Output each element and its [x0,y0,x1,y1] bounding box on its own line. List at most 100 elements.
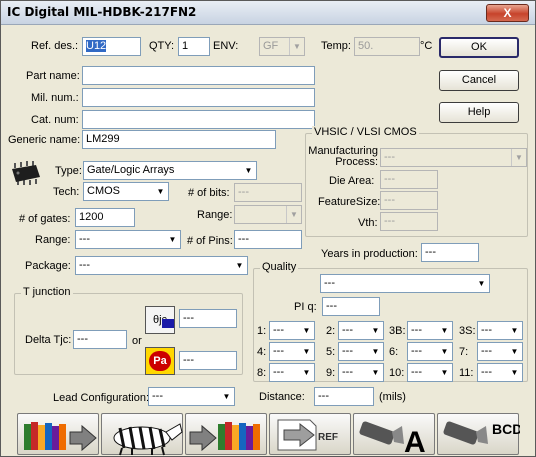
quality-cell-label: 2: [326,325,336,337]
quality-cell-select[interactable]: --- ▼ [407,363,453,382]
quality-cell-value: --- [411,345,422,357]
quality-cell-select[interactable]: --- ▼ [407,342,453,361]
temp-unit: °C [420,40,433,52]
or-label: or [132,335,142,347]
feature-size-input[interactable]: --- [380,191,438,210]
chevron-down-icon: ▼ [219,388,234,405]
quality-cell-label: 3S: [459,325,476,337]
delta-tjc-label: Delta Tjc: [25,334,72,346]
delta-tjc-input[interactable]: --- [73,330,127,349]
chevron-down-icon: ▼ [437,364,452,381]
chevron-down-icon: ▼ [507,364,522,381]
quality-cell-select[interactable]: --- ▼ [269,363,315,382]
type-select[interactable]: Gate/Logic Arrays ▼ [83,161,257,180]
part-name-label: Part name: [26,70,80,82]
find-bcd-button[interactable]: BCD [437,413,520,455]
letter-a-text: A [404,426,426,456]
quality-cell-value: --- [411,366,422,378]
quality-cell-select[interactable]: --- ▼ [338,321,384,340]
window-title: IC Digital MIL-HDBK-217FN2 [7,5,197,19]
tjunction-group-title: T junction [21,286,73,298]
quality-cell-select[interactable]: --- ▼ [269,321,315,340]
import-library-button[interactable] [17,413,99,455]
quality-cell-label: 5: [326,346,336,358]
chevron-down-icon: ▼ [511,149,526,166]
cat-num-input[interactable] [82,110,315,129]
range2-value: --- [79,233,90,245]
find-a-button[interactable]: A [353,413,435,456]
quality-cell-label: 3B: [389,325,406,337]
close-button[interactable]: X [486,4,529,22]
quality-group-title: Quality [260,261,299,273]
tech-label: Tech: [53,186,80,198]
distance-unit: (mils) [379,391,406,403]
quality-cell-value: --- [481,345,492,357]
num-gates-input[interactable]: 1200 [75,208,135,227]
quality-cell-select[interactable]: --- ▼ [477,321,523,340]
chevron-down-icon: ▼ [474,275,489,292]
xref-icon: REF [277,419,338,451]
xref-button[interactable]: REF [269,413,351,455]
help-button[interactable]: Help [439,102,519,123]
power-pa-icon[interactable]: Pa [145,347,175,375]
chevron-down-icon: ▼ [507,322,522,339]
theta-jc-input[interactable]: --- [179,309,237,328]
quality-cell-select[interactable]: --- ▼ [407,321,453,340]
chevron-down-icon: ▼ [232,257,247,274]
type-value: Gate/Logic Arrays [87,164,175,176]
num-bits-input[interactable]: --- [234,183,302,202]
ic-chip-icon [12,161,40,185]
distance-input[interactable]: --- [314,387,374,406]
qty-input[interactable]: 1 [178,37,210,56]
temp-input[interactable]: 50. [354,37,420,56]
power-pa-icon-text: Pa [149,351,171,371]
arrow-books-icon [189,422,260,452]
generic-name-input[interactable]: LM299 [82,130,276,149]
cat-num-label: Cat. num: [31,114,79,126]
package-value: --- [79,259,90,271]
ok-button[interactable]: OK [439,37,519,58]
years-input[interactable]: --- [421,243,479,262]
svg-text:A: A [404,426,426,456]
svg-text:BCD: BCD [492,421,520,437]
piq-label: PI q: [294,301,317,313]
quality-cell-select[interactable]: --- ▼ [477,342,523,361]
quality-cell-label: 7: [459,346,469,358]
theta-jc-icon[interactable]: θjc [145,306,175,334]
num-pins-input[interactable]: --- [234,230,302,249]
quality-select[interactable]: --- ▼ [320,274,490,293]
ref-des-input[interactable]: U12 [82,37,141,56]
quality-cell-select[interactable]: --- ▼ [477,363,523,382]
flashlight-bcd-icon: BCD [443,421,520,445]
piq-input[interactable]: --- [322,297,380,316]
package-select[interactable]: --- ▼ [75,256,248,275]
export-library-button[interactable] [185,413,267,455]
lead-config-label: Lead Configuration: [53,392,150,404]
generic-name-label: Generic name: [8,134,81,146]
quality-cell-select[interactable]: --- ▼ [338,363,384,382]
mil-num-input[interactable] [82,88,315,107]
mfg-process-select[interactable]: --- ▼ [380,148,527,167]
pa-input[interactable]: --- [179,351,237,370]
ref-des-label: Ref. des.: [31,40,79,52]
lead-config-select[interactable]: --- ▼ [148,387,235,406]
chevron-down-icon: ▼ [153,183,168,200]
range1-select[interactable]: ▼ [234,205,302,224]
vth-input[interactable]: --- [380,212,438,231]
range2-select[interactable]: --- ▼ [75,230,181,249]
zebra-button[interactable] [101,413,183,456]
env-label: ENV: [213,40,239,52]
chevron-down-icon: ▼ [437,322,452,339]
part-name-input[interactable] [82,66,315,85]
years-label: Years in production: [321,248,418,260]
quality-cell-select[interactable]: --- ▼ [269,342,315,361]
package-label: Package: [25,260,71,272]
env-select[interactable]: GF ▼ [259,37,305,56]
quality-cell-select[interactable]: --- ▼ [338,342,384,361]
vth-label: Vth: [358,217,378,229]
cancel-button[interactable]: Cancel [439,70,519,91]
quality-cell-value: --- [273,366,284,378]
die-area-input[interactable]: --- [380,170,438,189]
tech-select[interactable]: CMOS ▼ [83,182,169,201]
chevron-down-icon: ▼ [299,364,314,381]
